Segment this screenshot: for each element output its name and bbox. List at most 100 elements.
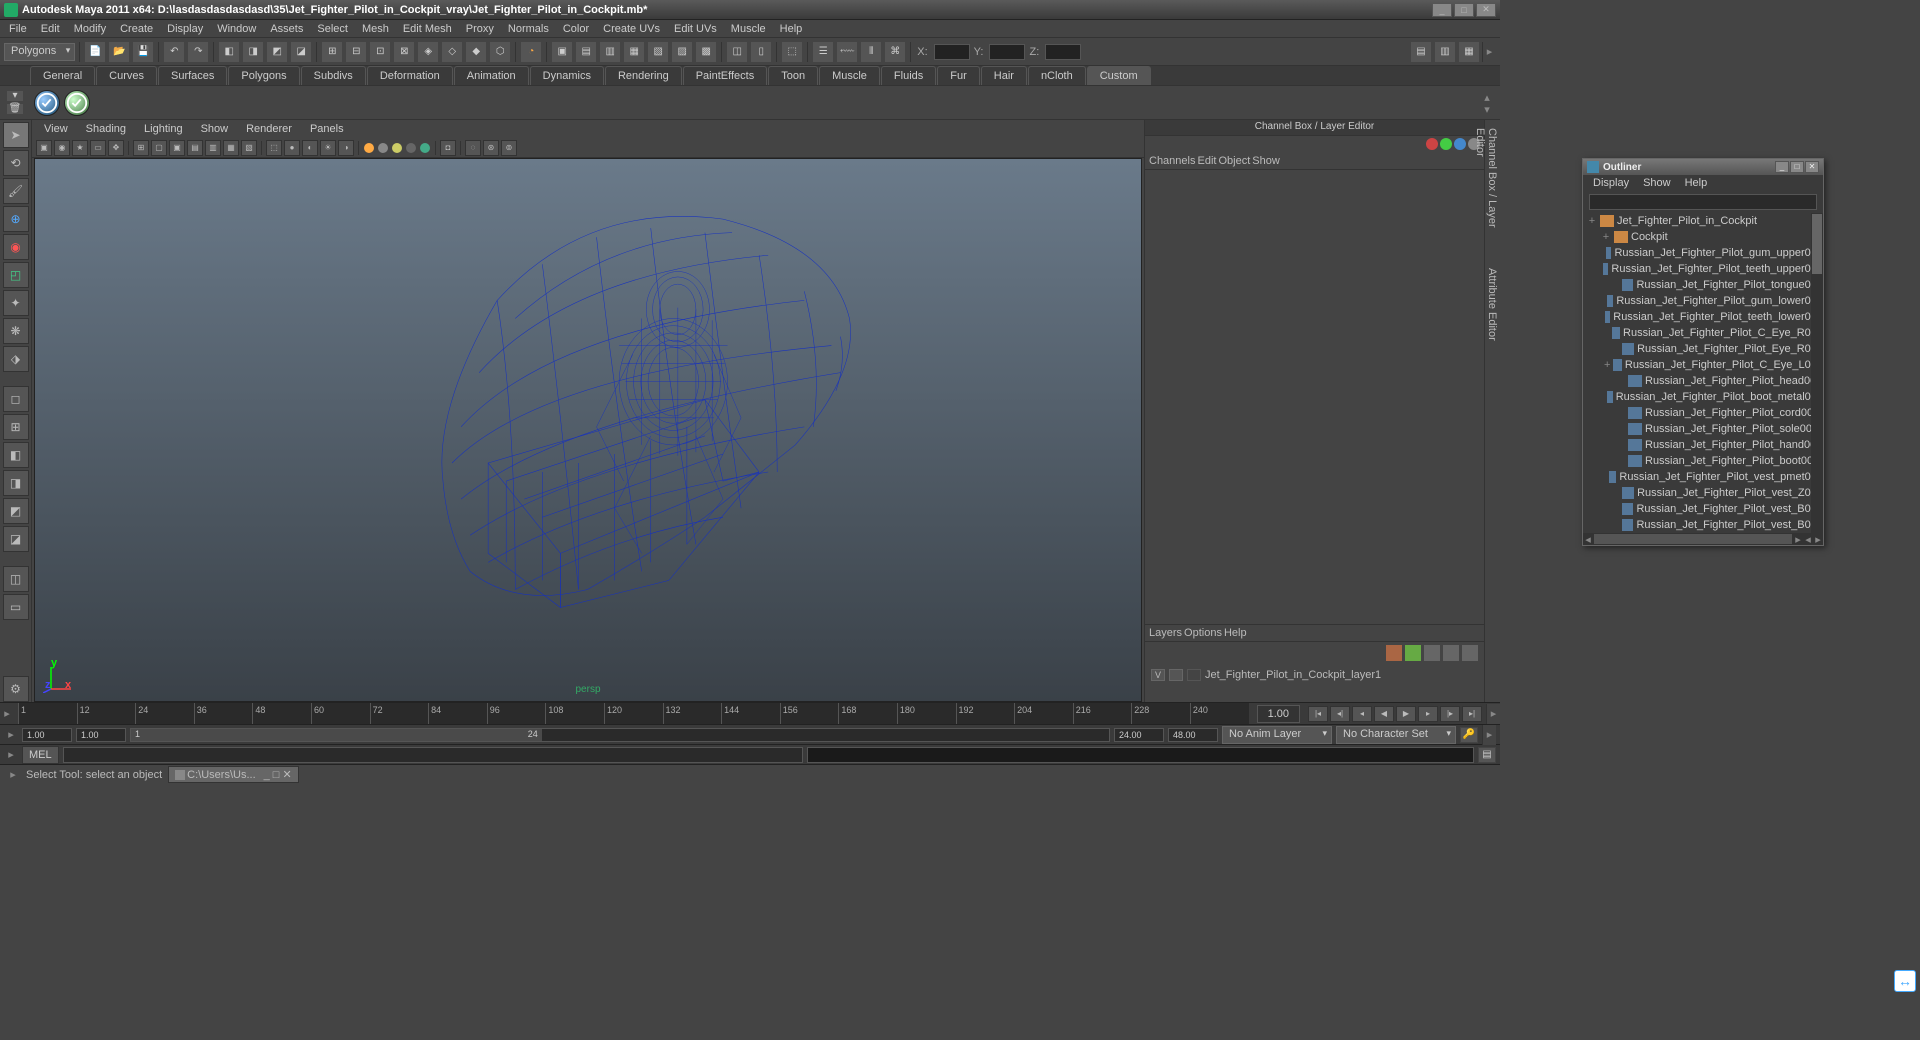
menu-select[interactable]: Select xyxy=(310,21,355,37)
shelf-tab-subdivs[interactable]: Subdivs xyxy=(301,66,366,85)
shelf-tab-hair[interactable]: Hair xyxy=(981,66,1027,85)
shelf-tab-fluids[interactable]: Fluids xyxy=(881,66,936,85)
shelf-scroll-down[interactable]: ▾ xyxy=(1480,103,1494,115)
persp-graph-layout[interactable]: ◨ xyxy=(3,470,29,496)
outliner-item[interactable]: Russian_Jet_Fighter_Pilot_gum_lower002 xyxy=(1583,293,1823,309)
outliner-item[interactable]: Russian_Jet_Fighter_Pilot_boot002 xyxy=(1583,453,1823,469)
layer-menu-help[interactable]: Help xyxy=(1224,627,1247,639)
outliner-item[interactable]: Russian_Jet_Fighter_Pilot_vest_Z002 xyxy=(1583,485,1823,501)
outliner-menu-display[interactable]: Display xyxy=(1587,176,1635,190)
move-tool[interactable]: ⊕ xyxy=(3,206,29,232)
save-scene-button[interactable]: 💾 xyxy=(132,41,154,63)
snap-point-button[interactable]: ⊡ xyxy=(369,41,391,63)
snap-plane-button[interactable]: ⊠ xyxy=(393,41,415,63)
outliner-item[interactable]: Russian_Jet_Fighter_Pilot_vest_B025 xyxy=(1583,501,1823,517)
render-view-button[interactable]: ▦ xyxy=(623,41,645,63)
menu-help[interactable]: Help xyxy=(773,21,810,37)
coord-y-input[interactable] xyxy=(989,44,1025,60)
vp-shaded[interactable]: ● xyxy=(284,140,300,156)
redo-button[interactable]: ↷ xyxy=(187,41,209,63)
outliner-button[interactable]: ☰ xyxy=(812,41,834,63)
menu-edit-mesh[interactable]: Edit Mesh xyxy=(396,21,459,37)
outliner-maximize[interactable]: □ xyxy=(1790,161,1804,173)
side-tab-attribute[interactable]: Attribute Editor xyxy=(1485,260,1500,360)
ipr-button[interactable]: ▤ xyxy=(575,41,597,63)
character-set-combo[interactable]: No Character Set xyxy=(1336,726,1456,744)
menu-modify[interactable]: Modify xyxy=(67,21,113,37)
shelf-tab-curves[interactable]: Curves xyxy=(96,66,157,85)
menu-proxy[interactable]: Proxy xyxy=(459,21,501,37)
rangebar-collapse[interactable]: ▸ xyxy=(4,728,18,741)
hyper-layout[interactable]: ◩ xyxy=(3,498,29,524)
vp-shadow[interactable]: ◑ xyxy=(338,140,354,156)
snap-live-button[interactable]: ◈ xyxy=(417,41,439,63)
persp-hyper-layout[interactable]: ◪ xyxy=(3,526,29,552)
cb-menu-channels[interactable]: Channels xyxy=(1149,155,1195,167)
vp-2d-pan[interactable]: ✥ xyxy=(108,140,124,156)
step-back-button[interactable]: ◂ xyxy=(1352,706,1372,722)
teamviewer-icon[interactable]: ↔ xyxy=(1894,970,1916,992)
graph-editor-button[interactable]: ⬳ xyxy=(836,41,858,63)
outliner-menu-show[interactable]: Show xyxy=(1637,176,1677,190)
shelf-tab-toon[interactable]: Toon xyxy=(768,66,818,85)
batch-render-button[interactable]: ▧ xyxy=(647,41,669,63)
lasso-tool[interactable]: ⟲ xyxy=(3,150,29,176)
undo-button[interactable]: ↶ xyxy=(163,41,185,63)
layer-move-up[interactable] xyxy=(1386,645,1402,661)
outliner-minimize[interactable]: _ xyxy=(1775,161,1789,173)
shelf-tab-rendering[interactable]: Rendering xyxy=(605,66,682,85)
history-button[interactable]: ◔ xyxy=(520,41,542,63)
layer-new[interactable] xyxy=(1462,645,1478,661)
light-flat-icon[interactable] xyxy=(406,143,416,153)
outliner-menu-help[interactable]: Help xyxy=(1679,176,1714,190)
four-view-layout[interactable]: ⊞ xyxy=(3,414,29,440)
timeline-collapse-right[interactable]: ▸ xyxy=(1486,704,1500,724)
play-forward-button[interactable]: ▶ xyxy=(1396,706,1416,722)
vp-gate-mask[interactable]: ▤ xyxy=(187,140,203,156)
render-globals-button[interactable]: ▥ xyxy=(599,41,621,63)
outliner-item[interactable]: +Cockpit xyxy=(1583,229,1823,245)
step-forward-button[interactable]: ▸ xyxy=(1418,706,1438,722)
vp-image-plane[interactable]: ▭ xyxy=(90,140,106,156)
outliner-scrollbar-v[interactable] xyxy=(1811,213,1823,533)
menu-create-uvs[interactable]: Create UVs xyxy=(596,21,667,37)
dope-sheet-button[interactable]: ⫴ xyxy=(860,41,882,63)
outliner-item[interactable]: Russian_Jet_Fighter_Pilot_cord002 xyxy=(1583,405,1823,421)
tool-settings-toggle[interactable]: ⚙ xyxy=(3,676,29,702)
menu-edit-uvs[interactable]: Edit UVs xyxy=(667,21,724,37)
shelf-tab-surfaces[interactable]: Surfaces xyxy=(158,66,227,85)
shelf-tab-animation[interactable]: Animation xyxy=(454,66,529,85)
vp-expose[interactable]: ⊚ xyxy=(501,140,517,156)
layer-empty[interactable] xyxy=(1424,645,1440,661)
snap-magnet-button[interactable]: ⬡ xyxy=(489,41,511,63)
menu-normals[interactable]: Normals xyxy=(501,21,556,37)
outliner-search-input[interactable] xyxy=(1589,194,1817,210)
outliner-item[interactable]: Russian_Jet_Fighter_Pilot_head002 xyxy=(1583,373,1823,389)
side-tab-channelbox[interactable]: Channel Box / Layer Editor xyxy=(1485,120,1500,260)
menu-edit[interactable]: Edit xyxy=(34,21,67,37)
vp-shaded-tex[interactable]: ◐ xyxy=(302,140,318,156)
outliner-item[interactable]: Russian_Jet_Fighter_Pilot_C_Eye_R002 xyxy=(1583,325,1823,341)
render-button[interactable]: ▣ xyxy=(551,41,573,63)
custom-layout-2[interactable]: ▭ xyxy=(3,594,29,620)
anim-start-field[interactable]: 1.00 xyxy=(22,728,72,742)
scale-tool[interactable]: ◰ xyxy=(3,262,29,288)
outliner-item[interactable]: Russian_Jet_Fighter_Pilot_vest_B026 xyxy=(1583,517,1823,533)
timeline-collapse[interactable]: ▸ xyxy=(0,707,14,720)
script-editor-button[interactable]: ⌘ xyxy=(884,41,906,63)
menu-mesh[interactable]: Mesh xyxy=(355,21,396,37)
quick-layout-1-button[interactable]: ◫ xyxy=(726,41,748,63)
anim-layer-combo[interactable]: No Anim Layer xyxy=(1222,726,1332,744)
taskbar-item[interactable]: C:\Users\Us... _ □ ✕ xyxy=(168,766,299,783)
menu-window[interactable]: Window xyxy=(210,21,263,37)
vp-select-cam[interactable]: ▣ xyxy=(36,140,52,156)
close-button[interactable]: ✕ xyxy=(1476,3,1496,17)
render-pass-button[interactable]: ▩ xyxy=(695,41,717,63)
layer-move-down[interactable] xyxy=(1405,645,1421,661)
select-hierarchy-button[interactable]: ◧ xyxy=(218,41,240,63)
shelf-trash-button[interactable]: 🗑 xyxy=(6,103,24,115)
shelf-tab-ncloth[interactable]: nCloth xyxy=(1028,66,1086,85)
menu-create[interactable]: Create xyxy=(113,21,160,37)
open-scene-button[interactable]: 📂 xyxy=(108,41,130,63)
outliner-titlebar[interactable]: Outliner _ □ ✕ xyxy=(1583,159,1823,175)
